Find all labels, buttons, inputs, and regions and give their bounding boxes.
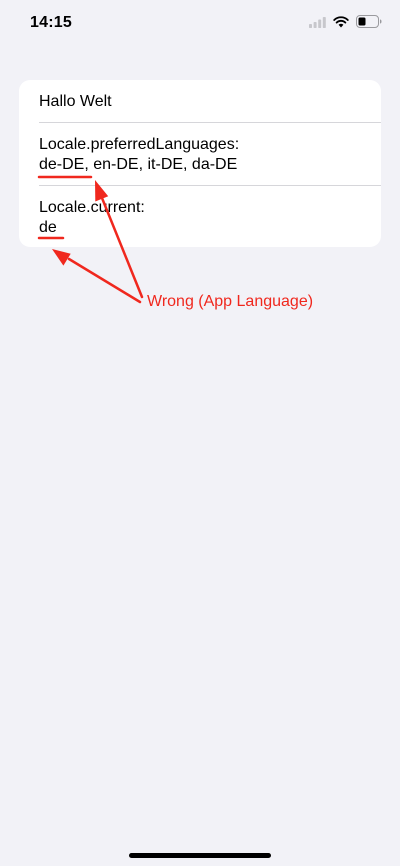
arrow-to-current bbox=[67, 257, 142, 304]
status-bar: 14:15 bbox=[0, 0, 400, 50]
arrowhead-current bbox=[52, 249, 71, 266]
signal-icon bbox=[309, 15, 326, 33]
current-locale-label: Locale.current: bbox=[39, 199, 145, 216]
current-locale-value: de bbox=[39, 219, 57, 236]
current-locale-row: Locale.current: de bbox=[39, 198, 381, 238]
preferred-languages-value: de-DE, en-DE, it-DE, da-DE bbox=[39, 156, 238, 173]
status-icons bbox=[309, 15, 382, 33]
info-card: Hallo Welt Locale.preferredLanguages: de… bbox=[19, 80, 381, 247]
greeting-text: Hallo Welt bbox=[39, 93, 112, 110]
wifi-icon bbox=[333, 15, 349, 33]
greeting-row: Hallo Welt bbox=[39, 92, 381, 112]
annotation-label: Wrong (App Language) bbox=[147, 293, 314, 310]
row-divider bbox=[39, 185, 381, 186]
preferred-languages-row: Locale.preferredLanguages: de-DE, en-DE,… bbox=[39, 135, 381, 175]
battery-icon bbox=[356, 15, 382, 33]
status-time: 14:15 bbox=[30, 14, 72, 31]
row-divider bbox=[39, 122, 381, 123]
preferred-languages-label: Locale.preferredLanguages: bbox=[39, 136, 240, 153]
home-indicator[interactable] bbox=[129, 853, 271, 858]
